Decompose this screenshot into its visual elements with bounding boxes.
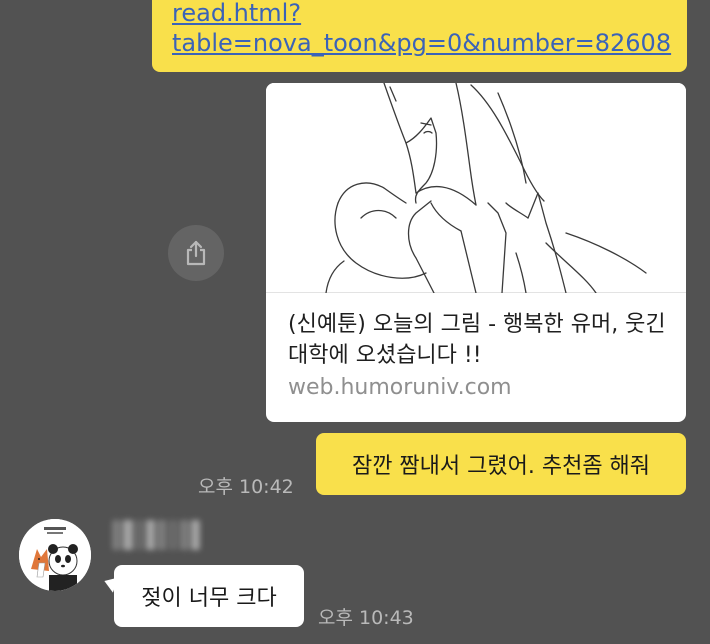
share-icon xyxy=(186,240,206,266)
fox-panda-avatar-icon xyxy=(19,519,91,591)
message-timestamp: 오후 10:42 xyxy=(198,476,294,498)
share-button[interactable] xyxy=(168,225,224,281)
blurred-username xyxy=(112,520,200,550)
link-preview-card[interactable]: (신예툰) 오늘의 그림 - 행복한 유머, 웃긴대학에 오셨습니다 !! we… xyxy=(266,83,686,422)
message-timestamp: 오후 10:43 xyxy=(318,607,414,629)
avatar[interactable] xyxy=(19,519,91,591)
link-message-bubble[interactable]: read.html? table=nova_toon&pg=0&number=8… xyxy=(152,0,687,72)
link-text-line-1[interactable]: read.html? xyxy=(172,0,667,28)
preview-domain: web.humoruniv.com xyxy=(288,375,512,400)
preview-image[interactable] xyxy=(266,83,686,294)
sketch-illustration xyxy=(325,83,647,294)
preview-title[interactable]: (신예툰) 오늘의 그림 - 행복한 유머, 웃긴대학에 오셨습니다 !! xyxy=(288,309,678,371)
my-message-bubble[interactable]: 잠깐 짬내서 그렸어. 추천좀 해줘 xyxy=(316,433,686,495)
other-message-bubble[interactable]: 젖이 너무 크다 xyxy=(114,565,304,627)
link-text-line-2[interactable]: table=nova_toon&pg=0&number=82608 xyxy=(172,28,671,58)
